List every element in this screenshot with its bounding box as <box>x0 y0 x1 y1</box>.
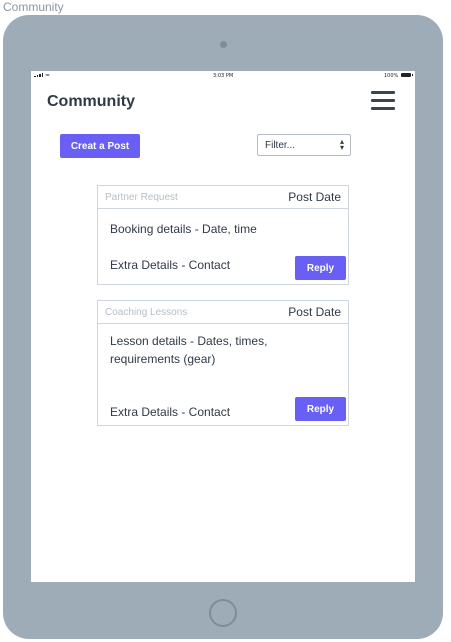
status-time: 3:03 PM <box>213 73 234 79</box>
battery-icon <box>401 73 413 77</box>
post-extra: Extra Details - Contact <box>110 405 231 419</box>
filter-select[interactable]: Filter... ▴ ▾ <box>257 134 351 156</box>
post-extra: Extra Details - Contact <box>110 258 231 272</box>
page-title: Community <box>47 93 135 110</box>
post-card: Coaching Lessons Post Date Lesson detail… <box>97 300 349 426</box>
post-card: Partner Request Post Date Booking detail… <box>97 185 349 285</box>
post-card-header: Partner Request Post Date <box>98 186 348 209</box>
post-type: Coaching Lessons <box>105 307 188 318</box>
filter-value: Filter... <box>265 140 296 151</box>
screen: ≈ 3:03 PM 100% Community Creat a Post Fi… <box>31 71 415 582</box>
hamburger-menu-icon[interactable] <box>371 91 395 111</box>
create-post-button[interactable]: Creat a Post <box>60 134 140 158</box>
status-bar: ≈ 3:03 PM 100% <box>31 71 415 81</box>
post-date: Post Date <box>288 305 341 319</box>
battery-percent: 100% <box>384 73 399 79</box>
signal-icon <box>34 73 43 77</box>
tablet-frame: ≈ 3:03 PM 100% Community Creat a Post Fi… <box>3 15 443 639</box>
post-details: Booking details - Date, time <box>110 222 257 236</box>
home-button[interactable] <box>209 599 237 627</box>
camera-dot <box>220 41 227 48</box>
reply-button[interactable]: Reply <box>295 256 346 280</box>
post-type: Partner Request <box>105 192 178 203</box>
reply-button[interactable]: Reply <box>295 397 346 421</box>
post-date: Post Date <box>288 190 341 204</box>
post-card-header: Coaching Lessons Post Date <box>98 301 348 324</box>
post-details: Lesson details - Dates, times, requireme… <box>110 334 268 366</box>
wifi-icon: ≈ <box>45 72 51 79</box>
select-caret-icon: ▴ ▾ <box>339 137 344 152</box>
frame-label: Community <box>3 0 64 14</box>
